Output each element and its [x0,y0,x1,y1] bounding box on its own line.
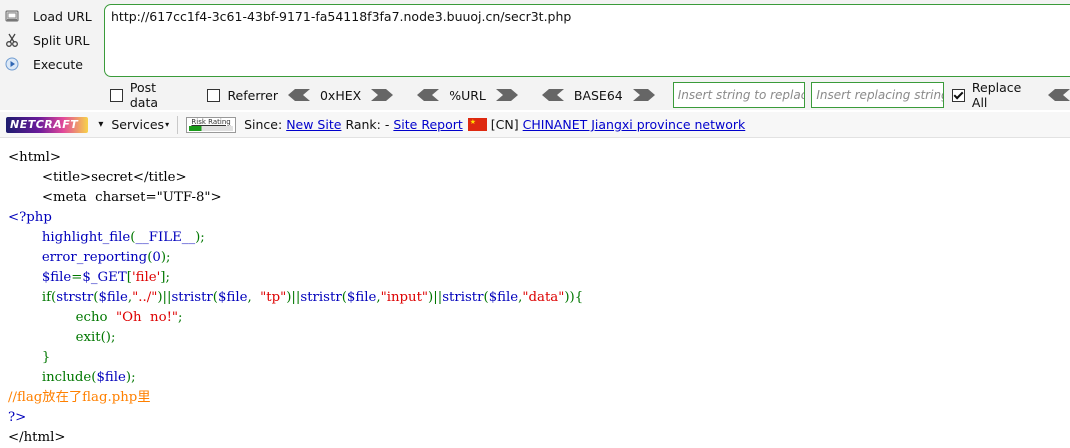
hex-encoder[interactable]: 0xHEX [287,87,394,103]
url-value: http://617cc1f4-3c61-43bf-9171-fa54118f3… [111,9,572,24]
source-line: <?php [8,210,52,225]
replace-all-label: Replace All [971,80,1022,110]
rank-label: Rank: - [345,117,390,132]
url-textarea[interactable]: http://617cc1f4-3c61-43bf-9171-fa54118f3… [104,4,1070,77]
china-flag-icon: ★ [467,118,487,131]
source-line: <title>secret</title> [8,170,187,185]
source-line: highlight_file(__FILE__); [8,230,205,245]
replace-all-checkbox[interactable]: Replace All [952,80,1040,110]
execute-label: Execute [33,56,83,72]
arrow-left-icon[interactable] [417,89,440,101]
base64-encoder[interactable]: BASE64 [541,87,655,103]
network-link[interactable]: CHINANET Jiangxi province network [523,117,746,132]
arrow-right-icon[interactable] [495,89,518,101]
hackbar-options-row: Post data Referrer 0xHEX %URL BASE64 Ins… [104,80,1070,110]
referrer-checkbox-box[interactable] [207,88,221,102]
load-url-icon [5,9,19,23]
replace-string-input[interactable]: Insert string to replace [672,82,806,108]
post-data-checkbox-box[interactable] [110,88,123,102]
load-url-label: Load URL [33,8,92,24]
referrer-checkbox[interactable]: Referrer [207,88,278,103]
source-line: <html> [8,150,62,165]
load-url-button[interactable]: Load URL [0,4,104,28]
scissors-icon [5,33,19,47]
source-line: $file=$_GET['file']; [8,270,170,285]
services-label: Services [111,117,165,132]
url-encode-label: %URL [449,87,486,103]
country-code: [CN] [490,117,519,132]
source-line: exit(); [8,330,116,345]
site-report-link[interactable]: Site Report [393,117,462,132]
netcraft-toolbar: NETCRAFT ▾ Services ▾ Risk Rating Since:… [0,112,1070,138]
play-icon [5,57,19,71]
execute-button[interactable]: Execute [0,52,104,76]
hackbar-toolbar: Load URL Split URL Execute http://617cc1… [0,0,1070,110]
source-line: <meta charset="UTF-8"> [8,190,222,205]
arrow-left-icon[interactable] [1047,89,1070,101]
since-label: Since: [244,117,283,132]
source-line: error_reporting(0); [8,250,171,265]
php-source-view: <html> <title>secret</title> <meta chars… [0,148,1070,448]
source-line: } [8,350,51,365]
arrow-right-icon[interactable] [632,89,655,101]
replacing-string-placeholder: Insert replacing string [816,88,945,102]
arrow-right-icon[interactable] [371,89,394,101]
arrow-left-icon[interactable] [541,89,564,101]
toolbar-divider [177,115,179,134]
chevron-down-icon: ▾ [165,120,170,129]
replacing-string-input[interactable]: Insert replacing string [811,82,945,108]
services-menu[interactable]: ▾ Services ▾ [98,117,169,132]
replace-string-placeholder: Insert string to replace [677,88,806,102]
split-url-button[interactable]: Split URL [0,28,104,52]
split-url-label: Split URL [33,32,90,48]
source-line: if(strstr($file,"../")||stristr($file, "… [8,290,584,305]
source-comment-line: //flag放在了flag.php里 [8,390,151,405]
dropdown-dot-icon: ▾ [98,119,104,130]
post-data-label: Post data [129,80,159,110]
netcraft-logo[interactable]: NETCRAFT [6,116,89,133]
source-line: echo "Oh no!"; [8,310,183,325]
hackbar-left-buttons: Load URL Split URL Execute [0,4,104,76]
hex-label: 0xHEX [319,87,362,103]
source-line: include($file); [8,370,136,385]
base64-label: BASE64 [573,87,623,103]
referrer-label: Referrer [227,87,278,103]
post-data-checkbox[interactable]: Post data [110,80,187,110]
since-link[interactable]: New Site [286,117,341,132]
source-line: </html> [8,430,66,445]
source-line: ?> [8,410,27,425]
replace-all-checkbox-box[interactable] [952,88,965,102]
risk-rating-bar [189,125,234,131]
arrow-left-icon[interactable] [287,89,310,101]
risk-rating-badge[interactable]: Risk Rating [186,116,237,133]
url-encoder[interactable]: %URL [417,88,518,103]
